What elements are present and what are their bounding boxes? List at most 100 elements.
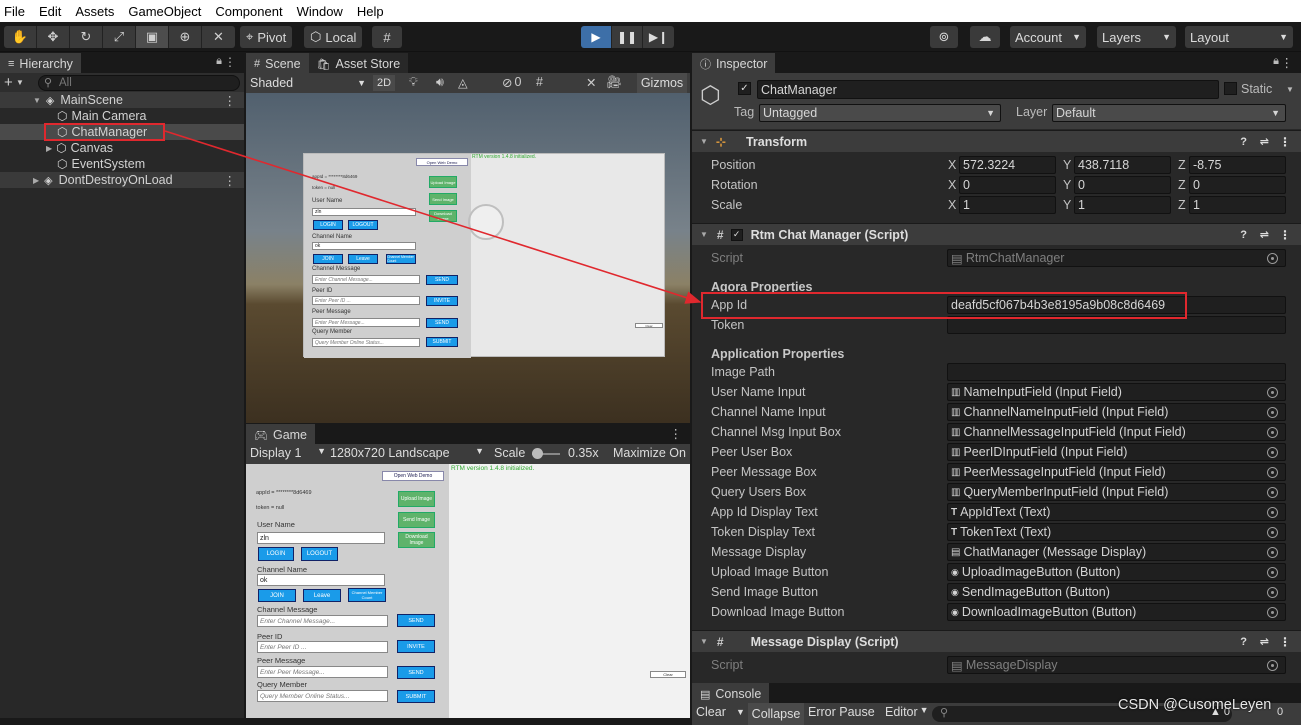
- transform-tool-icon[interactable]: ⊕: [169, 26, 202, 48]
- light-bulb-icon[interactable]: 💡︎: [409, 75, 418, 90]
- lock-icon[interactable]: 🔒︎: [1273, 55, 1279, 68]
- menu-assets[interactable]: Assets: [75, 4, 114, 19]
- ref-field[interactable]: T AppIdText (Text): [947, 503, 1286, 521]
- menu-edit[interactable]: Edit: [39, 4, 61, 19]
- game-send-channel-button[interactable]: SEND: [397, 614, 435, 627]
- tab-console[interactable]: ▤ Console: [692, 683, 770, 703]
- message-display-header[interactable]: ▼ # Message Display (Script) ? ⇌ ⋮: [692, 630, 1301, 652]
- object-picker-icon[interactable]: [1267, 426, 1278, 438]
- ref-field[interactable]: ◉ UploadImageButton (Button): [947, 563, 1286, 581]
- ref-field[interactable]: ▥ ChannelNameInputField (Input Field): [947, 403, 1286, 421]
- console-clear-button[interactable]: Clear: [696, 705, 726, 719]
- tools-icon[interactable]: ✕: [586, 75, 596, 90]
- object-picker-icon[interactable]: [1267, 466, 1278, 478]
- rotation-x-field[interactable]: 0: [959, 176, 1056, 194]
- display-dropdown[interactable]: Display 1 ▼: [250, 446, 326, 460]
- camera-icon[interactable]: 🎥︎: [606, 75, 622, 90]
- more-menu-icon[interactable]: ⋮: [1279, 635, 1291, 649]
- object-name-field[interactable]: ChatManager: [757, 80, 1219, 99]
- hierarchy-row-main-camera[interactable]: ⬡ Main Camera: [0, 108, 244, 124]
- tag-dropdown[interactable]: Untagged ▼: [759, 104, 1001, 122]
- presets-icon[interactable]: ⇌: [1260, 135, 1269, 148]
- menu-file[interactable]: File: [4, 4, 25, 19]
- more-menu-icon[interactable]: ⋮: [1279, 135, 1291, 149]
- grid-snap-icon[interactable]: #: [372, 26, 402, 48]
- object-picker-icon[interactable]: [1267, 486, 1278, 498]
- chevron-down-icon[interactable]: ▼: [16, 78, 24, 87]
- tab-hierarchy[interactable]: ≡ Hierarchy: [0, 53, 81, 73]
- game-peer-id-input[interactable]: Enter Peer ID ...: [257, 641, 388, 653]
- add-icon[interactable]: +: [4, 74, 13, 91]
- step-icon[interactable]: ▶❙: [643, 26, 674, 48]
- layout-dropdown[interactable]: Layout ▼: [1185, 26, 1293, 48]
- game-send-image-button[interactable]: Send Image: [398, 512, 435, 528]
- pause-icon[interactable]: ❚❚: [612, 26, 643, 48]
- presets-icon[interactable]: ⇌: [1260, 228, 1269, 241]
- expand-arrow-icon[interactable]: ▶: [33, 176, 39, 185]
- ref-field[interactable]: ▥ PeerIDInputField (Input Field): [947, 443, 1286, 461]
- hierarchy-row-canvas[interactable]: ▶ ⬡ Canvas: [0, 140, 244, 156]
- object-picker-icon[interactable]: [1267, 406, 1278, 418]
- hidden-objects-toggle[interactable]: ⊘ 0: [502, 75, 521, 90]
- game-channel-count-button[interactable]: Channel Member Count: [348, 588, 386, 602]
- effects-icon[interactable]: ◬: [458, 75, 468, 90]
- layers-dropdown[interactable]: Layers ▼: [1097, 26, 1176, 48]
- tab-asset-store[interactable]: 🛍︎ Asset Store: [308, 53, 409, 73]
- object-picker-icon[interactable]: [1267, 526, 1278, 538]
- menu-component[interactable]: Component: [215, 4, 282, 19]
- 2d-toggle[interactable]: 2D: [373, 75, 395, 91]
- audio-icon[interactable]: 🔊︎: [436, 75, 444, 90]
- custom-tool-icon[interactable]: ✕: [202, 26, 235, 48]
- tab-scene[interactable]: # Scene: [246, 53, 309, 73]
- image-path-field[interactable]: [947, 363, 1286, 381]
- game-submit-button[interactable]: SUBMIT: [397, 690, 435, 703]
- rotate-tool-icon[interactable]: ↻: [70, 26, 103, 48]
- ref-field[interactable]: ◉ SendImageButton (Button): [947, 583, 1286, 601]
- account-dropdown[interactable]: Account ▼: [1010, 26, 1086, 48]
- rect-tool-icon[interactable]: ▣: [136, 26, 169, 48]
- menu-help[interactable]: Help: [357, 4, 384, 19]
- log-count-b[interactable]: 0: [1277, 706, 1283, 718]
- game-login-button[interactable]: LOGIN: [258, 547, 294, 561]
- object-picker-icon[interactable]: [1267, 446, 1278, 458]
- chevron-down-icon[interactable]: ▼: [736, 707, 745, 717]
- object-picker-icon[interactable]: [1267, 506, 1278, 518]
- layer-dropdown[interactable]: Default ▼: [1052, 104, 1286, 122]
- hand-tool-icon[interactable]: ✋: [4, 26, 37, 48]
- game-invite-button[interactable]: INVITE: [397, 640, 435, 653]
- more-menu-icon[interactable]: ⋮: [224, 173, 237, 188]
- ref-field[interactable]: T TokenText (Text): [947, 523, 1286, 541]
- tab-game[interactable]: 🎮︎ Game: [246, 424, 316, 444]
- rotation-z-field[interactable]: 0: [1189, 176, 1286, 194]
- hierarchy-row-eventsystem[interactable]: ⬡ EventSystem: [0, 156, 244, 172]
- help-icon[interactable]: ?: [1240, 636, 1247, 648]
- console-collapse-toggle[interactable]: Collapse: [748, 703, 804, 725]
- console-editor-dropdown[interactable]: Editor ▼: [885, 705, 929, 719]
- game-open-demo-button[interactable]: Open Web Demo: [382, 471, 444, 481]
- game-join-button[interactable]: JOIN: [258, 589, 296, 602]
- game-query-input[interactable]: Query Member Online Status...: [257, 690, 388, 702]
- console-error-pause-toggle[interactable]: Error Pause: [808, 705, 875, 719]
- rotation-y-field[interactable]: 0: [1074, 176, 1171, 194]
- position-z-field[interactable]: -8.75: [1189, 156, 1286, 174]
- menu-gameobject[interactable]: GameObject: [128, 4, 201, 19]
- scale-tool-icon[interactable]: ⤢: [103, 26, 136, 48]
- maximize-on-play-toggle[interactable]: Maximize On: [613, 446, 686, 460]
- game-viewport[interactable]: RTM version 1.4.8 initialized. Open Web …: [246, 464, 690, 718]
- collab-icon[interactable]: ⊚: [930, 26, 958, 48]
- chevron-down-icon[interactable]: ▼: [1286, 85, 1294, 94]
- game-send-peer-button[interactable]: SEND: [397, 666, 435, 679]
- more-menu-icon[interactable]: ⋮: [670, 426, 683, 441]
- static-checkbox[interactable]: [1224, 82, 1237, 95]
- gizmos-button[interactable]: Gizmos: [637, 73, 687, 93]
- presets-icon[interactable]: ⇌: [1260, 635, 1269, 648]
- expand-arrow-icon[interactable]: ▶: [46, 144, 52, 153]
- local-toggle[interactable]: ⬡ Local: [304, 26, 363, 48]
- hierarchy-row-mainscene[interactable]: ▼ ◈ MainScene ⋮: [0, 92, 244, 108]
- more-menu-icon[interactable]: ⋮: [1279, 228, 1291, 242]
- game-download-image-button[interactable]: Download Image: [398, 532, 435, 548]
- menu-window[interactable]: Window: [297, 4, 343, 19]
- game-logout-button[interactable]: LOGOUT: [301, 547, 338, 561]
- lock-icon[interactable]: 🔒︎: [216, 55, 222, 68]
- foldout-arrow-icon[interactable]: ▼: [700, 637, 708, 646]
